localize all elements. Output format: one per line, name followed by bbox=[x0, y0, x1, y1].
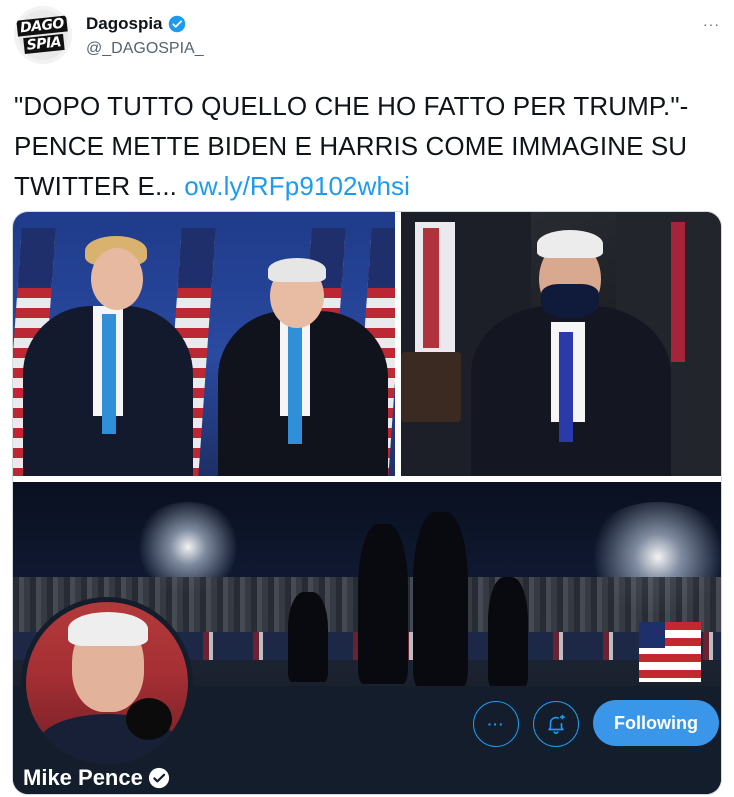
logo-line-2: SPIA bbox=[23, 33, 65, 55]
display-name[interactable]: Dagospia bbox=[86, 14, 163, 34]
pence-name: Mike Pence bbox=[23, 765, 143, 790]
verified-badge-icon bbox=[148, 767, 169, 789]
pence-portrait bbox=[26, 602, 188, 764]
photo-pence-masked[interactable] bbox=[401, 212, 721, 476]
photo-trump-pence[interactable] bbox=[13, 212, 395, 476]
account-avatar[interactable]: DAGO SPIA bbox=[14, 6, 72, 64]
verified-badge-icon bbox=[168, 15, 185, 33]
more-options-icon[interactable]: ··· bbox=[703, 16, 720, 32]
account-name-row[interactable]: Dagospia bbox=[86, 14, 186, 34]
silhouette-harris bbox=[358, 524, 408, 684]
media-card[interactable]: ··· Following Mike Pence bbox=[12, 211, 722, 795]
figure-right bbox=[218, 246, 388, 476]
following-button[interactable]: Following bbox=[593, 700, 719, 746]
tweet-link[interactable]: ow.ly/RFp9102whsi bbox=[184, 171, 410, 201]
dagospia-logo: DAGO SPIA bbox=[15, 7, 71, 63]
notifications-button[interactable] bbox=[533, 701, 579, 747]
profile-more-button[interactable]: ··· bbox=[473, 701, 519, 747]
silhouette-biden bbox=[413, 512, 468, 687]
flag-shape bbox=[639, 622, 701, 682]
briefcase-shape bbox=[401, 352, 461, 422]
silhouette-guard bbox=[488, 577, 528, 687]
silhouette-guard bbox=[288, 592, 328, 682]
tweet-text: "DOPO TUTTO QUELLO CHE HO FATTO PER TRUM… bbox=[14, 86, 714, 206]
account-handle[interactable]: @_DAGOSPIA_ bbox=[86, 40, 204, 58]
pence-name-row: Mike Pence bbox=[23, 765, 170, 791]
bell-plus-icon bbox=[548, 714, 565, 734]
pence-avatar[interactable] bbox=[21, 597, 193, 769]
figure-left bbox=[23, 226, 193, 476]
